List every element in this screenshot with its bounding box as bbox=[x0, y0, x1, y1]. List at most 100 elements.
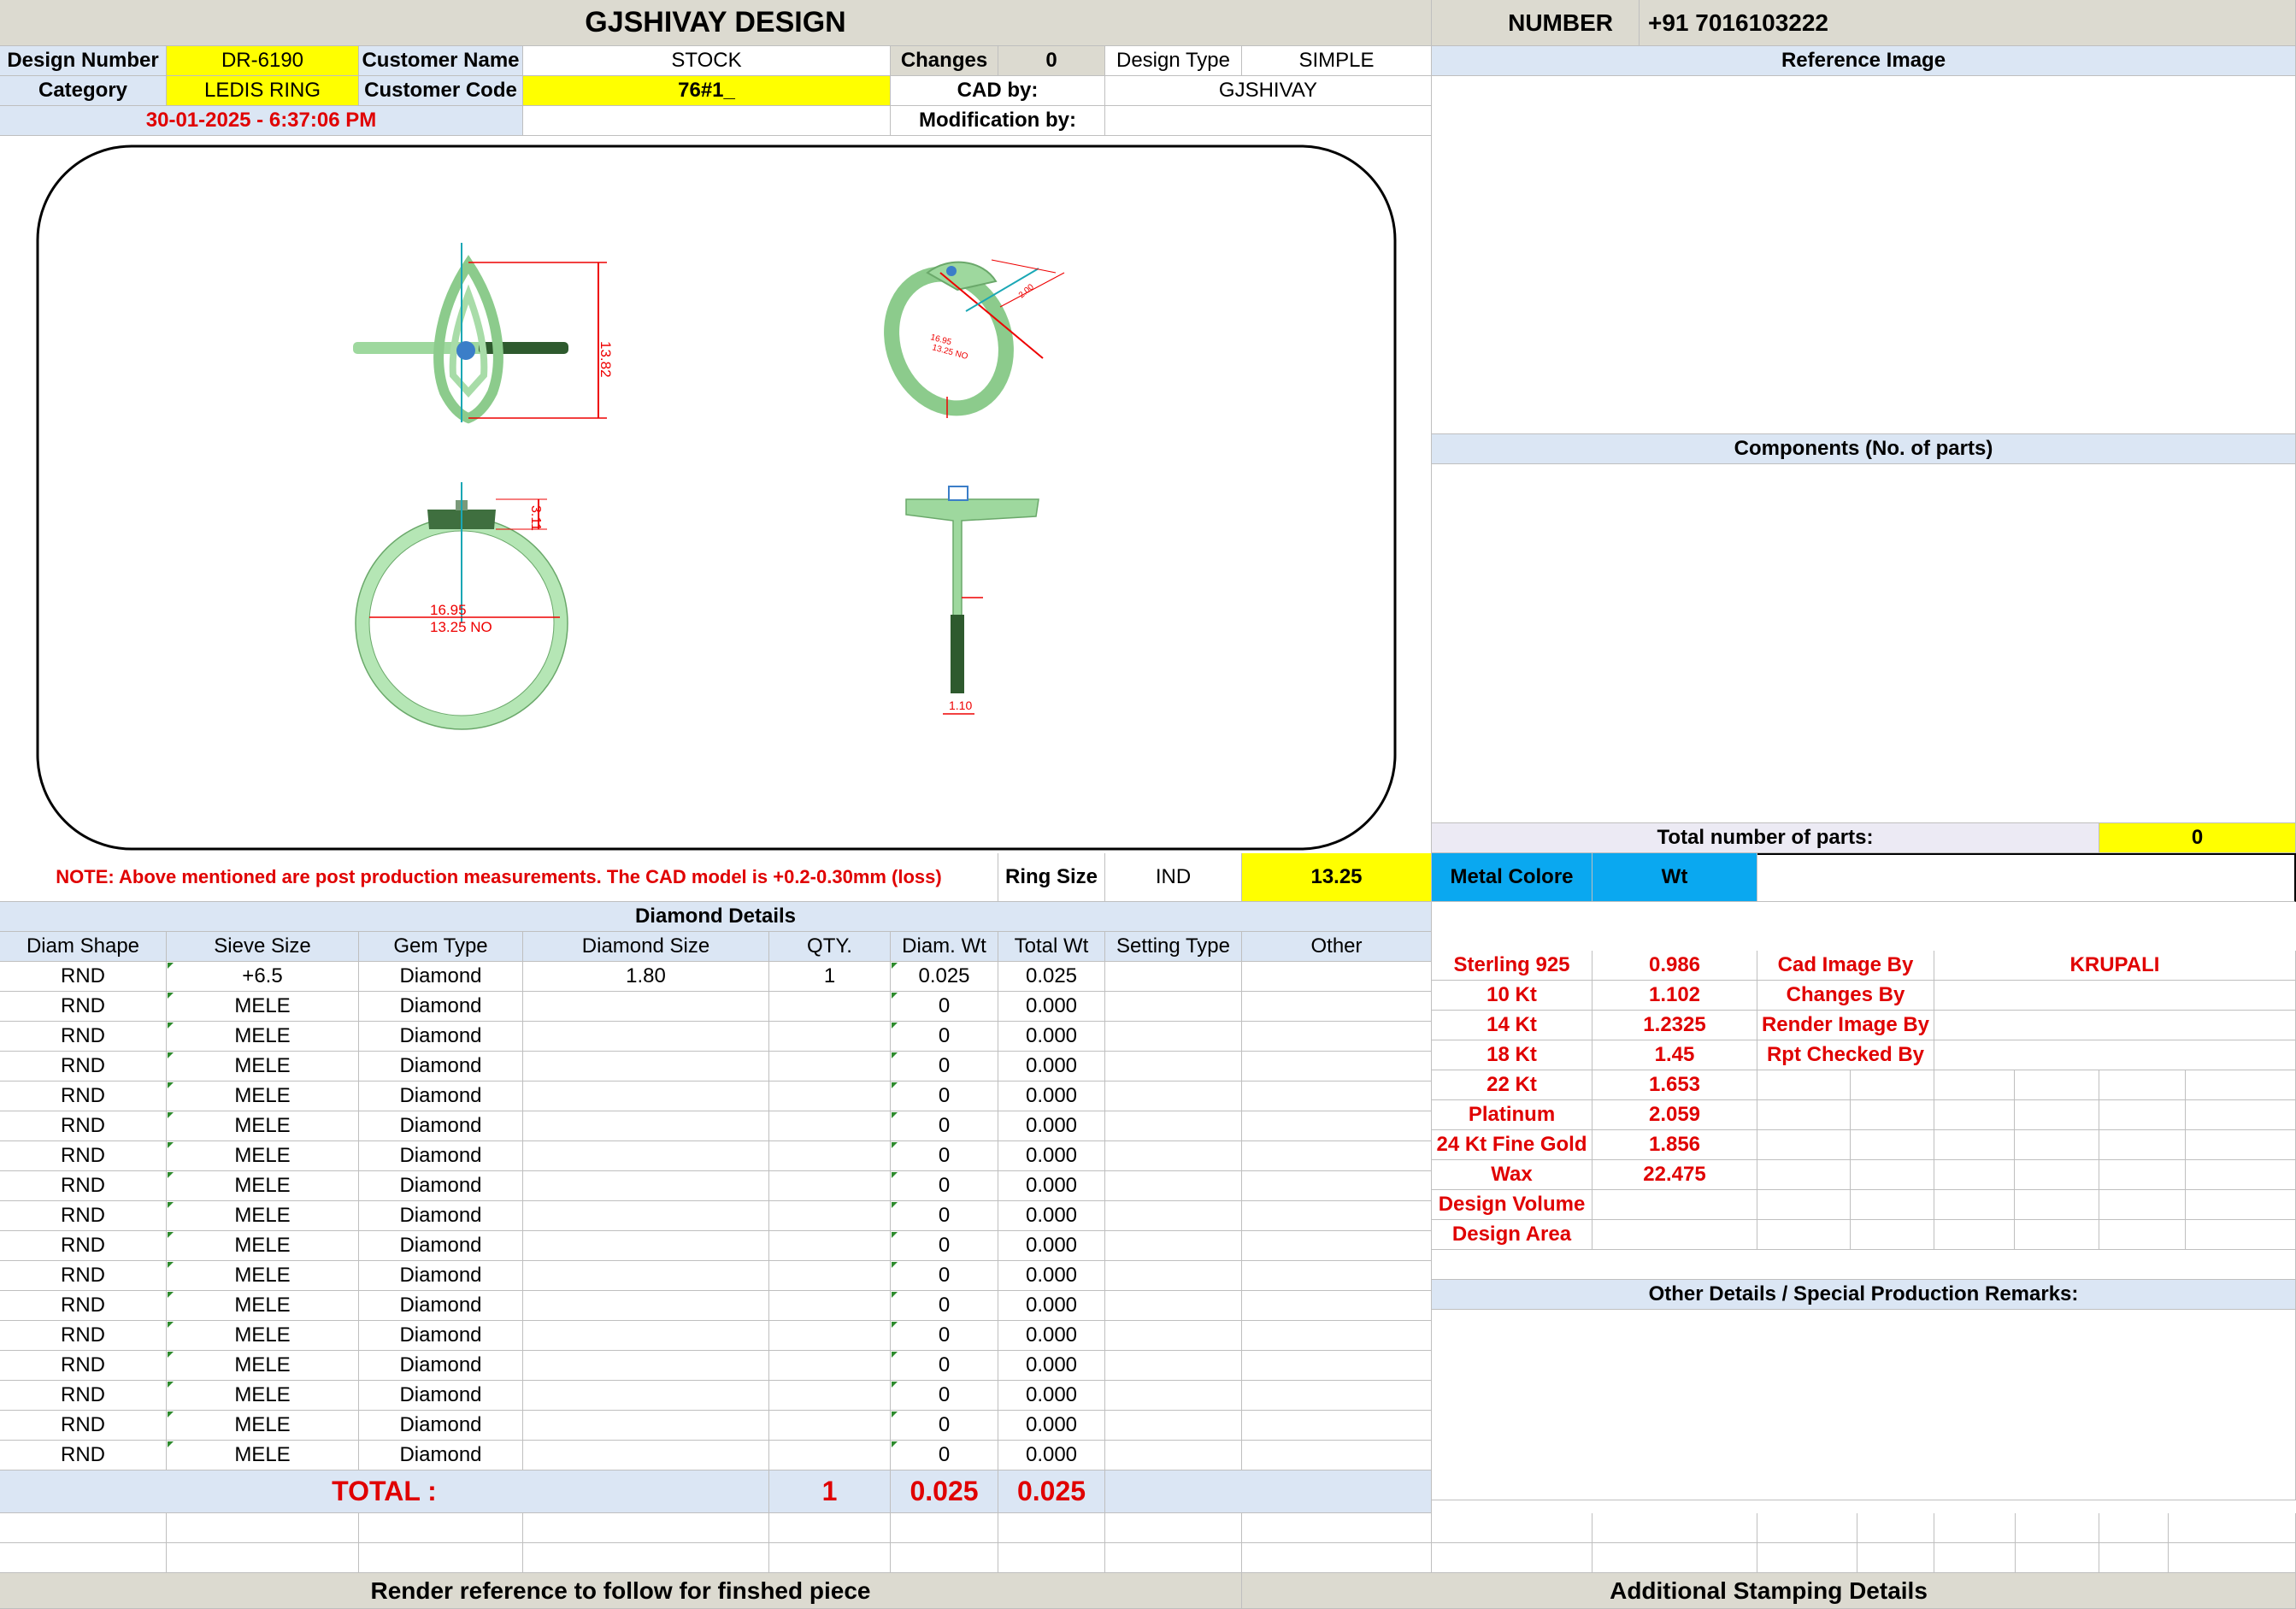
blank-grid bbox=[0, 1513, 2296, 1573]
diamond-cell-other bbox=[1242, 1082, 1432, 1111]
diamond-cell-other bbox=[1242, 1351, 1432, 1381]
diamond-cell-diam-wt: 0 bbox=[891, 1111, 998, 1141]
diamond-cell-size bbox=[523, 1381, 769, 1411]
diamond-cell-total-wt: 0.000 bbox=[998, 1141, 1105, 1171]
credit-value: KRUPALI bbox=[1934, 951, 2296, 981]
diamond-cell-size bbox=[523, 1082, 769, 1111]
blank-cell bbox=[1757, 1543, 1857, 1573]
diamond-cell-sieve: MELE bbox=[167, 1411, 359, 1441]
metal-weight: 1.45 bbox=[1592, 1040, 1757, 1070]
diamond-cell-gem: Diamond bbox=[359, 1022, 523, 1052]
metal-weight: 1.856 bbox=[1592, 1130, 1757, 1160]
grid-cell bbox=[2099, 1130, 2186, 1160]
diamond-cell-gem: Diamond bbox=[359, 1111, 523, 1141]
diamond-cell-shape: RND bbox=[0, 962, 167, 992]
metal-name: Wax bbox=[1432, 1160, 1592, 1190]
blank-cell bbox=[523, 1513, 769, 1543]
diamond-col-header-diam-wt: Diam. Wt bbox=[891, 932, 998, 962]
total-qty: 1 bbox=[769, 1470, 891, 1513]
diamond-cell-shape: RND bbox=[0, 1351, 167, 1381]
diamond-cell-diam-wt: 0 bbox=[891, 1411, 998, 1441]
diamond-cell-diam-wt: 0 bbox=[891, 1351, 998, 1381]
metal-colore-label: Metal Colore bbox=[1432, 853, 1592, 902]
diamond-cell-sieve: MELE bbox=[167, 1441, 359, 1470]
diamond-cell-shape: RND bbox=[0, 1381, 167, 1411]
grid-cell bbox=[1851, 1100, 1934, 1130]
diamond-cell-size bbox=[523, 1052, 769, 1082]
metal-name: Design Area bbox=[1432, 1220, 1592, 1250]
diamond-cell-other bbox=[1242, 1171, 1432, 1201]
blank-cell bbox=[1242, 1543, 1432, 1573]
metal-name: 18 Kt bbox=[1432, 1040, 1592, 1070]
diamond-cell-other bbox=[1242, 1141, 1432, 1171]
diamond-cell-qty bbox=[769, 1441, 891, 1470]
cad-drawing-panel: 13.82 2.00 16.95 13.25 NO 16.95 13.25 NO… bbox=[0, 136, 1432, 853]
diamond-cell-diam-wt: 0 bbox=[891, 1201, 998, 1231]
profile-width-dim: 1.10 bbox=[949, 698, 972, 712]
cad-by-label: CAD by: bbox=[891, 76, 1105, 106]
sheet-title: GJSHIVAY DESIGN bbox=[0, 0, 1432, 46]
blank-cell bbox=[769, 1543, 891, 1573]
diamond-cell-gem: Diamond bbox=[359, 1381, 523, 1411]
diamond-cell-shape: RND bbox=[0, 1201, 167, 1231]
diamond-col-header-qty: QTY. bbox=[769, 932, 891, 962]
grid-cell bbox=[1934, 1160, 2015, 1190]
diamond-cell-setting bbox=[1105, 962, 1242, 992]
metal-weight: 2.059 bbox=[1592, 1100, 1757, 1130]
total-label: TOTAL : bbox=[0, 1470, 769, 1513]
metal-name: 22 Kt bbox=[1432, 1070, 1592, 1100]
metal-weight: 22.475 bbox=[1592, 1160, 1757, 1190]
grid-cell bbox=[2015, 1130, 2099, 1160]
diamond-cell-size bbox=[523, 1022, 769, 1052]
metal-weight: 1.102 bbox=[1592, 981, 1757, 1011]
grid-cell bbox=[1757, 1100, 1851, 1130]
diamond-cell-diam-wt: 0 bbox=[891, 1141, 998, 1171]
diamond-cell-diam-wt: 0 bbox=[891, 1082, 998, 1111]
diamond-cell-qty bbox=[769, 1291, 891, 1321]
diamond-cell-gem: Diamond bbox=[359, 992, 523, 1022]
diamond-cell-shape: RND bbox=[0, 1261, 167, 1291]
blank-cell bbox=[2016, 1543, 2099, 1573]
diamond-cell-size bbox=[523, 992, 769, 1022]
diamond-cell-total-wt: 0.000 bbox=[998, 1231, 1105, 1261]
blank-cell bbox=[359, 1543, 523, 1573]
diamond-cell-diam-wt: 0.025 bbox=[891, 962, 998, 992]
components-title: Components (No. of parts) bbox=[1432, 434, 2296, 464]
diamond-cell-qty bbox=[769, 1052, 891, 1082]
credit-label: Rpt Checked By bbox=[1757, 1040, 1934, 1070]
diamond-cell-setting bbox=[1105, 1381, 1242, 1411]
diamond-cell-other bbox=[1242, 1201, 1432, 1231]
top-height-dim: 13.82 bbox=[598, 341, 614, 378]
design-number: DR-6190 bbox=[167, 46, 359, 76]
blank-cell bbox=[167, 1513, 359, 1543]
diamond-cell-size bbox=[523, 1321, 769, 1351]
blank-cell bbox=[998, 1543, 1105, 1573]
diamond-cell-diam-wt: 0 bbox=[891, 1261, 998, 1291]
diamond-cell-qty bbox=[769, 1201, 891, 1231]
diamond-cell-gem: Diamond bbox=[359, 1351, 523, 1381]
diamond-cell-setting bbox=[1105, 1082, 1242, 1111]
diamond-cell-size bbox=[523, 1411, 769, 1441]
diamond-cell-other bbox=[1242, 1022, 1432, 1052]
blank-cell bbox=[1105, 1543, 1242, 1573]
grid-cell bbox=[2015, 1190, 2099, 1220]
blank-cell bbox=[0, 1543, 167, 1573]
category: LEDIS RING bbox=[167, 76, 359, 106]
diamond-cell-shape: RND bbox=[0, 1111, 167, 1141]
diamond-cell-gem: Diamond bbox=[359, 1052, 523, 1082]
grid-cell bbox=[1934, 1100, 2015, 1130]
diamond-cell-qty bbox=[769, 1082, 891, 1111]
diamond-cell-total-wt: 0.000 bbox=[998, 1201, 1105, 1231]
diamond-cell-other bbox=[1242, 1231, 1432, 1261]
grid-cell bbox=[2186, 1130, 2296, 1160]
diamond-cell-total-wt: 0.000 bbox=[998, 1321, 1105, 1351]
number-label: NUMBER bbox=[1432, 0, 1640, 46]
modification-label: Modification by: bbox=[891, 106, 1105, 136]
remarks-area[interactable] bbox=[1432, 1310, 2296, 1500]
diamond-cell-sieve: MELE bbox=[167, 1291, 359, 1321]
grid-cell bbox=[1851, 1130, 1934, 1160]
diamond-cell-shape: RND bbox=[0, 1052, 167, 1082]
blank-cell bbox=[523, 106, 891, 136]
diamond-cell-shape: RND bbox=[0, 992, 167, 1022]
diamond-cell-setting bbox=[1105, 1052, 1242, 1082]
